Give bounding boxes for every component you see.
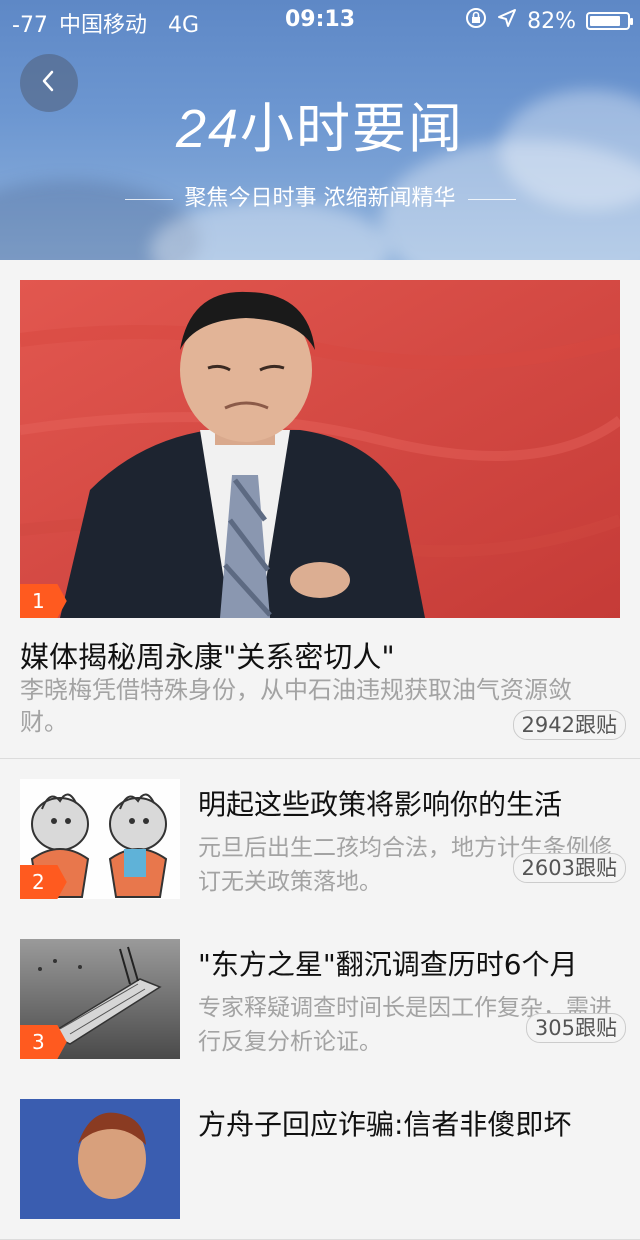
page-title: 24小时要闻 bbox=[0, 84, 640, 163]
header-banner: -77 中国移动 4G 09:13 82% 24小时要闻 聚焦今日时事 浓缩新闻… bbox=[0, 0, 640, 260]
rank-badge: 2 bbox=[20, 865, 67, 899]
divider-line bbox=[124, 198, 173, 200]
rank-badge: 1 bbox=[20, 584, 67, 618]
news-title: 方舟子回应诈骗:信者非傻即坏 bbox=[198, 1108, 572, 1141]
battery-level bbox=[590, 16, 620, 26]
battery-icon bbox=[586, 12, 633, 30]
comment-count[interactable]: 305跟贴 bbox=[525, 1013, 626, 1043]
comment-count[interactable]: 2942跟贴 bbox=[512, 710, 626, 740]
comment-count[interactable]: 2603跟贴 bbox=[512, 853, 626, 883]
page-subtitle: 聚焦今日时事 浓缩新闻精华 bbox=[0, 180, 640, 212]
news-title: "东方之星"翻沉调查历时6个月 bbox=[198, 948, 578, 981]
news-thumbnail: 3 bbox=[20, 939, 180, 1059]
page-subtitle-text: 聚焦今日时事 浓缩新闻精华 bbox=[184, 186, 456, 211]
news-thumbnail bbox=[20, 1099, 180, 1219]
rotation-lock-icon bbox=[465, 7, 487, 35]
news-title: 媒体揭秘周永康"关系密切人" bbox=[20, 640, 395, 674]
divider-line bbox=[467, 198, 516, 200]
news-item[interactable]: 3 "东方之星"翻沉调查历时6个月 专家释疑调查时间长是因工作复杂，需进行反复分… bbox=[0, 919, 640, 1080]
news-item[interactable]: 方舟子回应诈骗:信者非傻即坏 bbox=[0, 1079, 640, 1240]
featured-news-item[interactable]: 1 媒体揭秘周永康"关系密切人" 李晓梅凭借特殊身份，从中石油违规获取油气资源敛… bbox=[0, 260, 640, 759]
news-thumbnail: 2 bbox=[20, 779, 180, 899]
page-title-text: 小时要闻 bbox=[240, 97, 465, 160]
page-title-number: 24 bbox=[175, 99, 241, 159]
news-title: 明起这些政策将影响你的生活 bbox=[198, 788, 563, 821]
battery-percent: 82% bbox=[527, 8, 576, 34]
location-icon bbox=[497, 8, 517, 34]
featured-news-image: 1 bbox=[20, 280, 620, 618]
status-bar: -77 中国移动 4G 09:13 82% bbox=[0, 0, 640, 40]
status-right: 82% bbox=[465, 7, 633, 35]
rank-badge: 3 bbox=[20, 1025, 67, 1059]
news-item[interactable]: 2 明起这些政策将影响你的生活 元旦后出生二孩均合法，地方计生条例修订无关政策落… bbox=[0, 759, 640, 920]
